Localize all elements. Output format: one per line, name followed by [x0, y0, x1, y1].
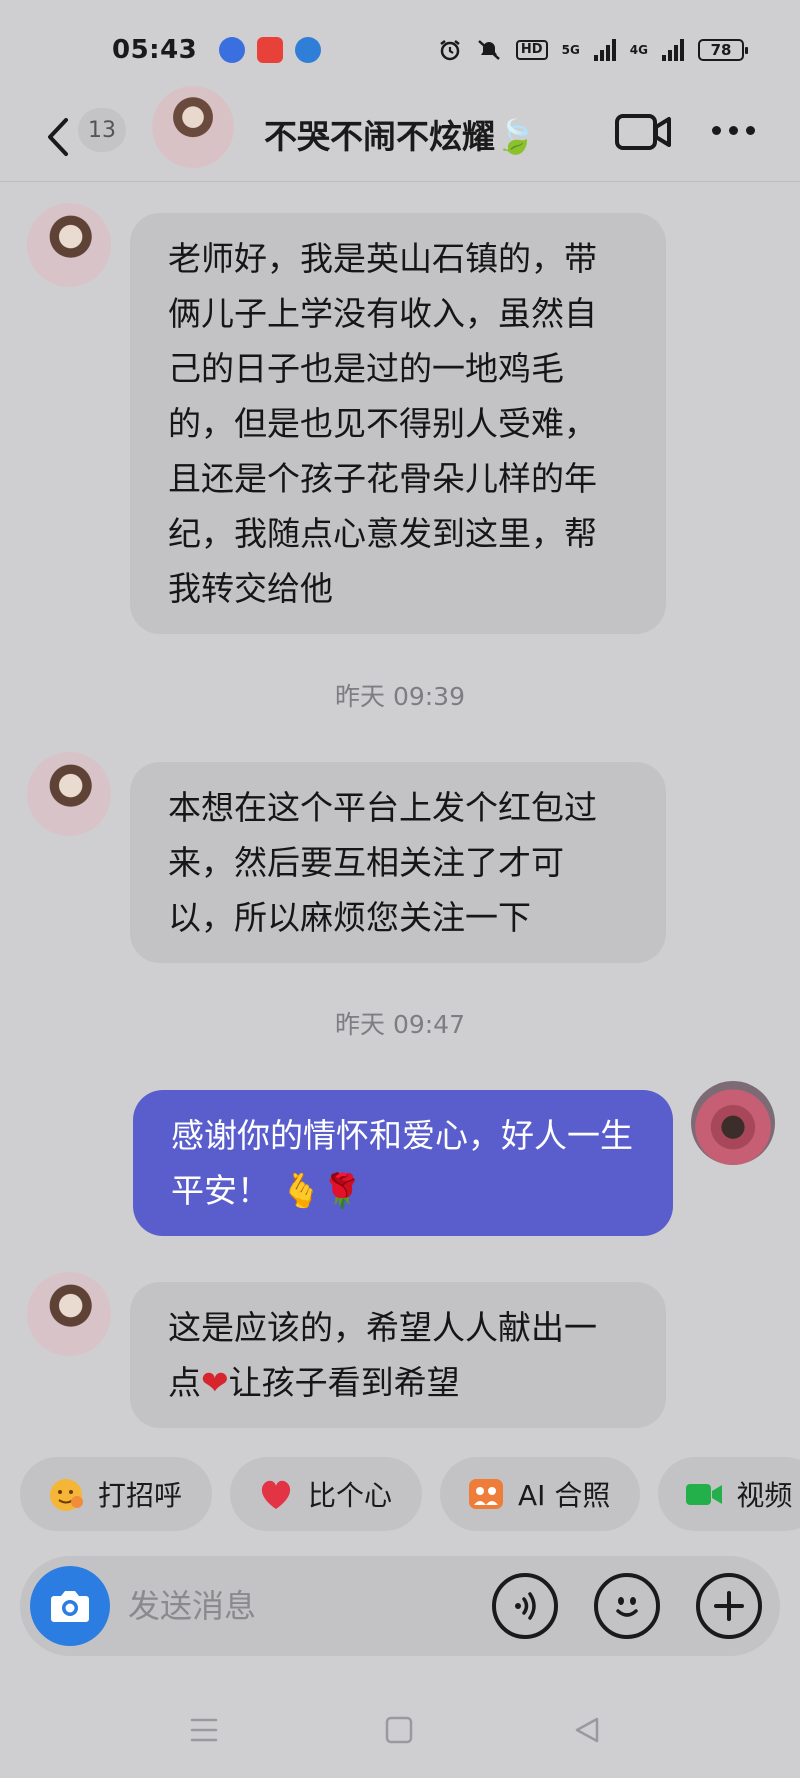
- battery-icon: 78: [698, 39, 748, 61]
- chip-label: AI 合照: [518, 1479, 611, 1512]
- app-notification-icon-2: [295, 37, 322, 63]
- wave-emoji-icon: [46, 1474, 86, 1514]
- camera-icon: [51, 1591, 89, 1622]
- status-time: 05:43: [112, 35, 198, 65]
- chat-title[interactable]: 不哭不闹不炫耀🍃: [264, 110, 536, 158]
- video-call-icon[interactable]: [615, 113, 671, 151]
- baidu-icon: [219, 37, 246, 63]
- unread-count-badge[interactable]: 13: [78, 108, 126, 152]
- contact-avatar[interactable]: [152, 86, 234, 168]
- quick-reply-video[interactable]: 视频: [658, 1457, 800, 1531]
- message-bubble-self[interactable]: 感谢你的情怀和爱心，好人一生平安！ 🫰🌹: [133, 1090, 673, 1236]
- quick-reply-bar: 打招呼 比个心 AI 合照 视频: [20, 1457, 800, 1531]
- timestamp: 昨天 09:47: [335, 1010, 465, 1039]
- battery-level: 78: [710, 41, 732, 59]
- timestamp: 昨天 09:39: [335, 682, 465, 711]
- plus-icon: [714, 1591, 744, 1621]
- menu-icon[interactable]: [186, 1712, 222, 1748]
- network-4g-label: 4G: [629, 43, 648, 57]
- video-icon: [684, 1474, 724, 1514]
- emoji-button[interactable]: [594, 1573, 660, 1639]
- message-text: 让孩子看到希望: [228, 1363, 460, 1402]
- quick-reply-heart[interactable]: 比个心: [230, 1457, 423, 1531]
- camera-button[interactable]: [30, 1566, 110, 1646]
- avatar[interactable]: [27, 752, 111, 836]
- back-nav-icon[interactable]: [569, 1712, 605, 1748]
- avatar[interactable]: [27, 203, 111, 287]
- signal-icon-2: [662, 39, 684, 61]
- message-bubble[interactable]: 这是应该的，希望人人献出一点❤让孩子看到希望: [130, 1282, 666, 1428]
- voice-wave-icon: [515, 1592, 536, 1620]
- message-text: 本想在这个平台上发个红包过来，然后要互相关注了才可以，所以麻烦您关注一下: [168, 788, 597, 937]
- message-input[interactable]: [128, 1578, 478, 1634]
- network-5g-label: 5G: [561, 43, 580, 57]
- avatar-self[interactable]: [691, 1081, 775, 1165]
- home-icon[interactable]: [381, 1712, 417, 1748]
- hd-icon: HD: [515, 40, 548, 60]
- message-bubble[interactable]: 本想在这个平台上发个红包过来，然后要互相关注了才可以，所以麻烦您关注一下: [130, 762, 666, 963]
- add-button[interactable]: [696, 1573, 762, 1639]
- chip-label: 打招呼: [98, 1479, 183, 1512]
- quick-reply-ai-photo[interactable]: AI 合照: [440, 1457, 641, 1531]
- heart-emoji-icon: ❤: [201, 1363, 229, 1402]
- chip-label: 比个心: [308, 1479, 393, 1512]
- message-text: 感谢你的情怀和爱心，好人一生平安！: [171, 1116, 633, 1210]
- heart-icon: [256, 1474, 296, 1514]
- signal-icon-1: [593, 39, 616, 61]
- mute-icon: [478, 40, 500, 60]
- more-options-icon[interactable]: [712, 126, 755, 135]
- back-button[interactable]: [40, 114, 76, 160]
- alarm-icon: [440, 40, 460, 61]
- smiley-icon: [616, 1597, 638, 1617]
- message-text: 老师好，我是英山石镇的，带俩儿子上学没有收入，虽然自己的日子也是过的一地鸡毛的，…: [168, 239, 597, 608]
- app-notification-icon: [257, 37, 284, 63]
- status-bar: 05:43 HD 5G 4G 78: [0, 0, 800, 100]
- chevron-left-icon: [48, 118, 68, 156]
- voice-button[interactable]: [492, 1573, 558, 1639]
- status-indicators: HD 5G 4G 78: [438, 38, 748, 62]
- message-input-bar: [20, 1556, 780, 1656]
- notification-icons: [219, 37, 322, 63]
- chip-label: 视频: [736, 1479, 793, 1512]
- ai-photo-icon: [466, 1474, 506, 1514]
- finger-heart-rose-emoji-icon: 🫰🌹: [280, 1171, 363, 1210]
- system-nav-bar: [0, 1700, 800, 1760]
- message-bubble[interactable]: 老师好，我是英山石镇的，带俩儿子上学没有收入，虽然自己的日子也是过的一地鸡毛的，…: [130, 213, 666, 634]
- chat-header: 13 不哭不闹不炫耀🍃: [0, 86, 800, 182]
- avatar[interactable]: [27, 1272, 111, 1356]
- quick-reply-greet[interactable]: 打招呼: [20, 1457, 213, 1531]
